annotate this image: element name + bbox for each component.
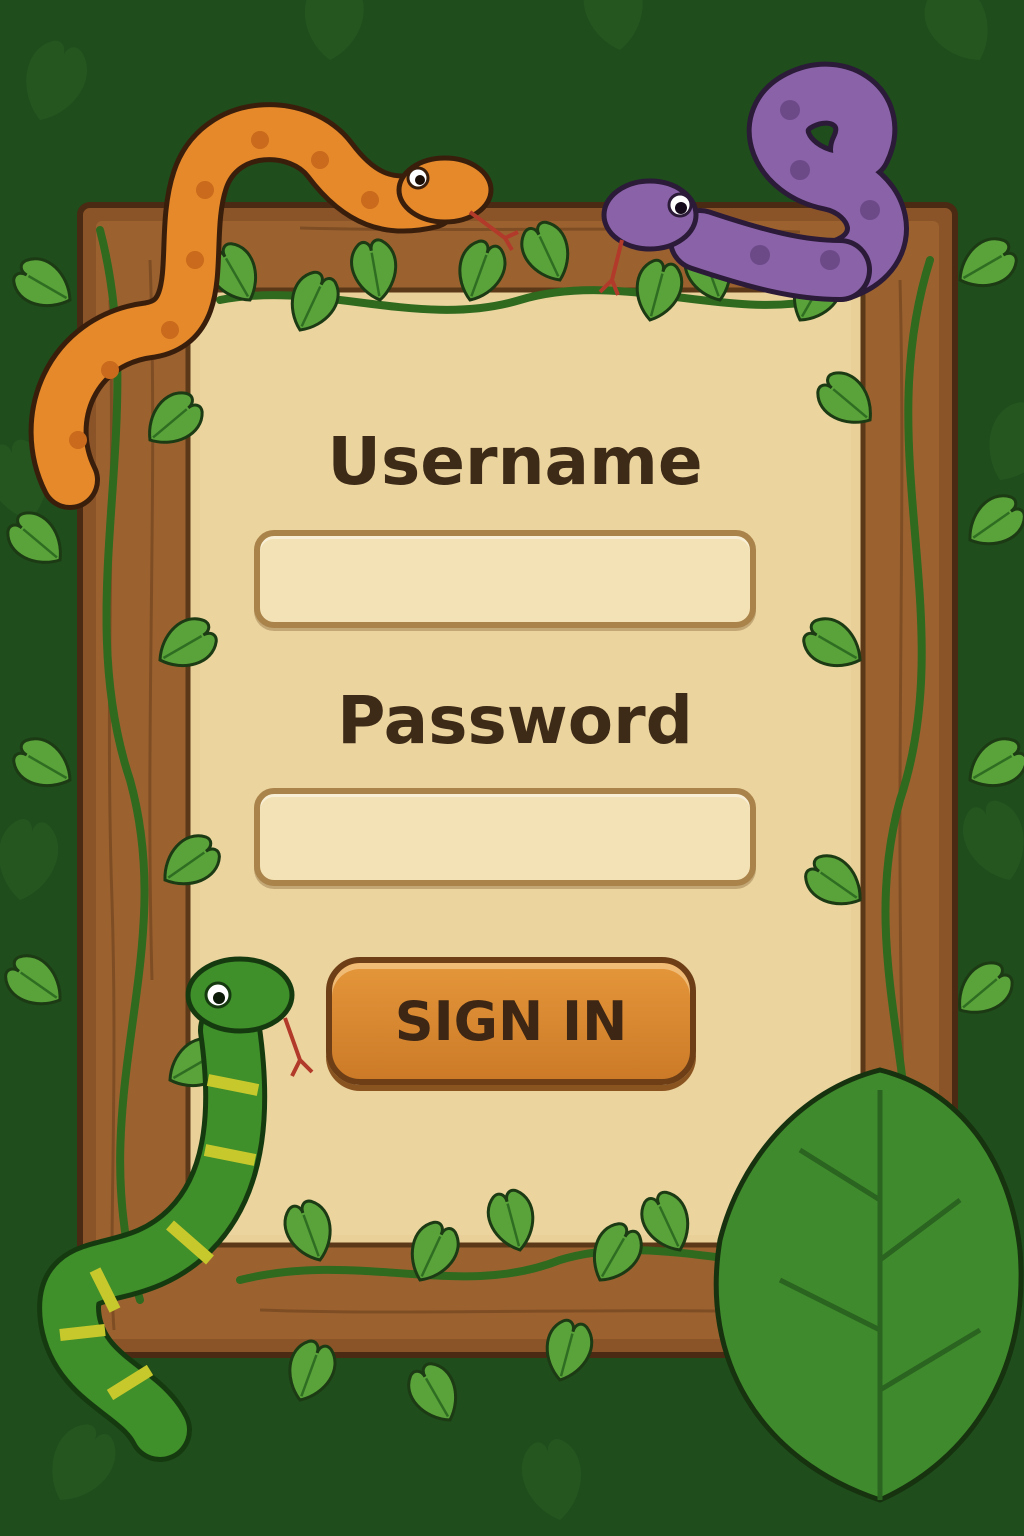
password-label: Password	[337, 682, 693, 759]
username-input[interactable]	[254, 530, 756, 628]
password-input[interactable]	[254, 788, 756, 886]
username-label: Username	[327, 423, 703, 500]
sign-in-button[interactable]: SIGN IN	[326, 957, 696, 1085]
login-panel: Username Password SIGN IN	[190, 300, 840, 1230]
